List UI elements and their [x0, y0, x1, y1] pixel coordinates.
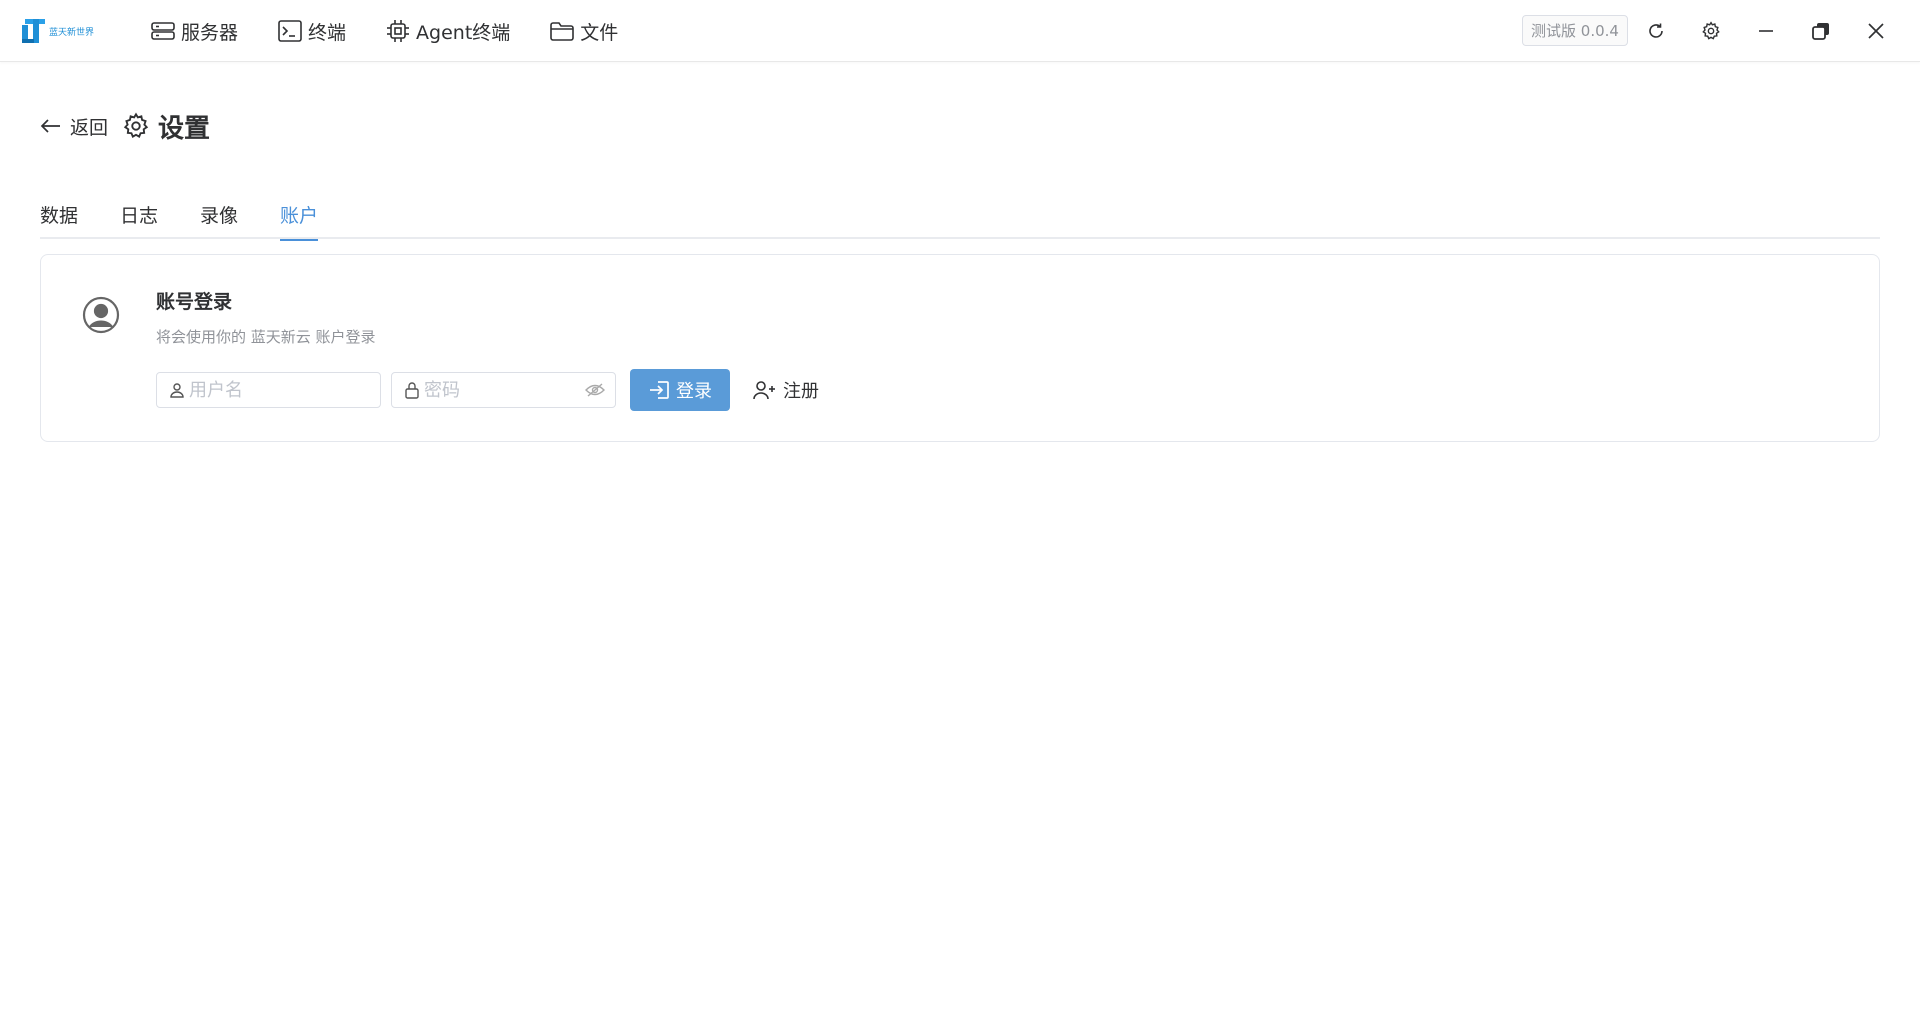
settings-tabs: 数据 日志 录像 账户 — [40, 196, 1880, 241]
eye-off-icon[interactable] — [585, 382, 605, 398]
gear-icon — [1702, 21, 1720, 40]
password-input[interactable] — [424, 379, 564, 401]
terminal-icon — [278, 20, 302, 42]
tab-account[interactable]: 账户 — [280, 196, 319, 241]
card-description: 将会使用你的 蓝天新云 账户登录 — [156, 328, 376, 346]
gear-icon — [123, 112, 149, 138]
settings-button[interactable] — [1691, 11, 1731, 51]
close-icon — [1868, 23, 1884, 39]
username-input[interactable] — [189, 379, 329, 401]
user-icon — [170, 383, 184, 398]
refresh-icon — [1649, 23, 1663, 38]
version-badge: 测试版 0.0.4 — [1522, 15, 1628, 46]
register-button[interactable]: 注册 — [753, 369, 819, 411]
folder-icon — [550, 22, 575, 41]
add-user-icon — [753, 381, 775, 400]
minimize-button[interactable] — [1746, 11, 1786, 51]
refresh-button[interactable] — [1636, 11, 1676, 51]
nav-item-terminal[interactable]: 终端 — [278, 11, 346, 51]
restore-icon — [1812, 23, 1829, 40]
minimize-icon — [1759, 30, 1773, 32]
nav-item-agent-terminal[interactable]: Agent终端 — [386, 11, 510, 51]
nav-item-servers[interactable]: 服务器 — [151, 11, 238, 51]
login-icon — [650, 381, 669, 399]
chip-icon — [387, 20, 410, 42]
page-title-group: 设置 — [122, 108, 210, 145]
nav-item-label: 服务器 — [181, 21, 239, 44]
password-field[interactable] — [391, 372, 616, 408]
nav-item-files[interactable]: 文件 — [550, 11, 618, 51]
register-button-label: 注册 — [783, 381, 819, 402]
back-label: 返回 — [70, 116, 109, 139]
login-button[interactable]: 登录 — [630, 369, 730, 411]
restore-button[interactable] — [1801, 11, 1841, 51]
tab-recordings[interactable]: 录像 — [200, 196, 238, 239]
page-title: 设置 — [158, 113, 211, 144]
logo-text: 蓝天新世界 — [49, 27, 95, 38]
login-button-label: 登录 — [676, 381, 712, 402]
nav-item-label: Agent终端 — [416, 21, 511, 44]
nav-item-label: 文件 — [580, 21, 619, 44]
tab-logs[interactable]: 日志 — [120, 196, 158, 239]
app-logo[interactable]: 蓝天新世界 — [22, 16, 100, 46]
close-button[interactable] — [1856, 11, 1896, 51]
card-title: 账号登录 — [156, 291, 233, 313]
page-header: 返回 设置 — [40, 106, 210, 146]
main-nav: 服务器 终端 Agent终端 文件 — [151, 0, 658, 62]
lock-icon — [405, 382, 419, 399]
arrow-left-icon — [40, 119, 60, 133]
title-bar: 蓝天新世界 服务器 终端 Agent终端 文件 测试版 0.0.4 — [0, 0, 1920, 62]
server-icon — [151, 22, 175, 40]
nav-item-label: 终端 — [308, 21, 347, 44]
user-avatar-icon — [82, 296, 120, 334]
logo-mark-icon — [22, 17, 46, 45]
tab-data[interactable]: 数据 — [40, 196, 78, 239]
back-button[interactable]: 返回 — [40, 113, 108, 140]
account-login-card: 账号登录 将会使用你的 蓝天新云 账户登录 登录 — [40, 254, 1880, 442]
username-field[interactable] — [156, 372, 381, 408]
